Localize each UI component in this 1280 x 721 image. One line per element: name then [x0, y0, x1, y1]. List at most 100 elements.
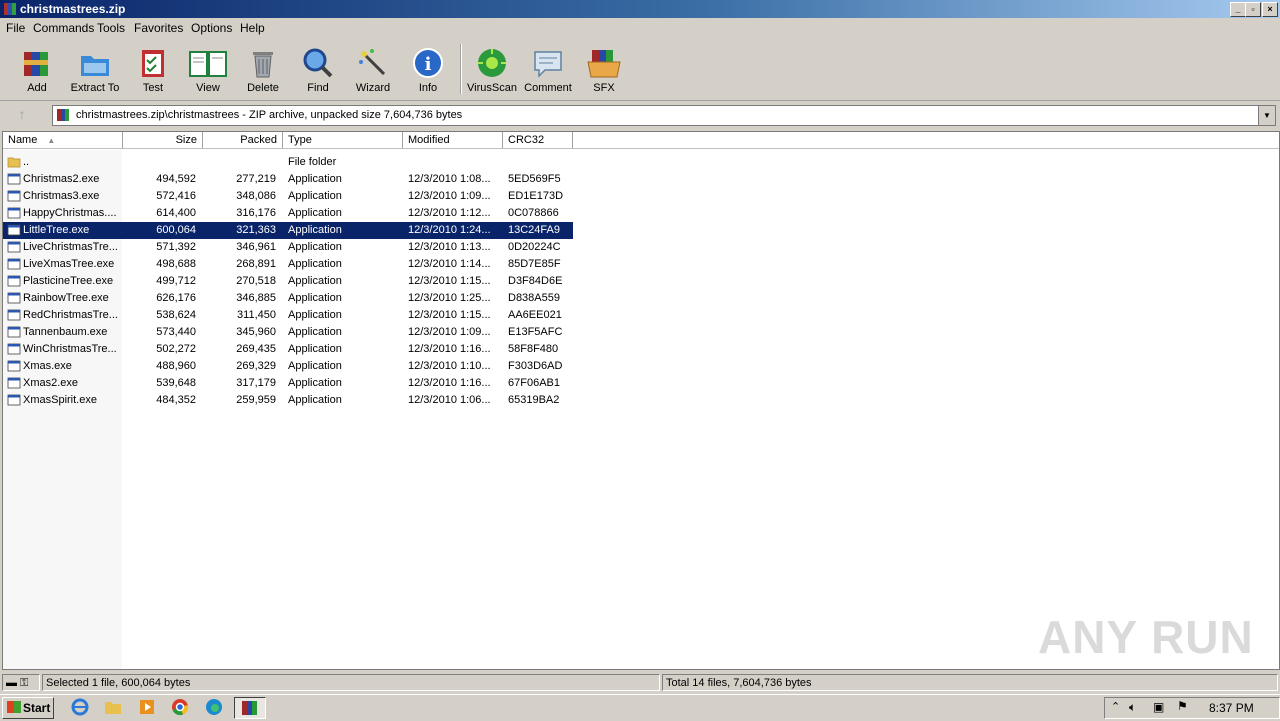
table-row[interactable]: Tannenbaum.exe 573,440 345,960 Application 1…: [3, 324, 573, 341]
start-button[interactable]: Start: [2, 697, 54, 719]
column-header-size[interactable]: Size: [123, 132, 203, 149]
up-folder-button[interactable]: ↑: [10, 106, 34, 124]
file-size: 484,352: [156, 394, 196, 406]
up-arrow-icon: ↑: [18, 106, 26, 122]
action-center-flag-icon[interactable]: ⚑: [1177, 699, 1188, 713]
table-row[interactable]: LittleTree.exe 600,064 321,363 Application 1…: [3, 222, 573, 239]
exe-file-icon: [7, 207, 21, 219]
menu-file[interactable]: File: [6, 21, 25, 35]
file-type: Application: [288, 258, 342, 270]
winrar-app-icon: [4, 3, 16, 15]
menu-favorites[interactable]: Favorites: [134, 21, 183, 35]
find-magnifier-icon: [303, 48, 333, 78]
view-button[interactable]: View: [182, 44, 234, 98]
menu-options[interactable]: Options: [191, 21, 232, 35]
table-row[interactable]: Xmas.exe 488,960 269,329 Application 12/3/20…: [3, 358, 573, 375]
file-modified: 12/3/2010 1:06...: [408, 394, 491, 406]
column-header-name[interactable]: Name ▲: [3, 132, 123, 149]
menu-tools[interactable]: Tools: [97, 21, 125, 35]
path-dropdown-button[interactable]: ▼: [1258, 106, 1275, 125]
column-header-modified[interactable]: Modified: [403, 132, 503, 149]
wizard-wand-icon: [359, 49, 386, 76]
network-icon[interactable]: ▣: [1153, 700, 1164, 714]
table-row[interactable]: Christmas2.exe 494,592 277,219 Application 1…: [3, 171, 573, 188]
winrar-taskbar-button[interactable]: [234, 697, 266, 719]
volume-icon[interactable]: 🔈︎: [1129, 700, 1136, 715]
explorer-taskbar-icon[interactable]: [103, 697, 125, 717]
path-field[interactable]: christmastrees.zip\christmastrees - ZIP …: [52, 105, 1276, 126]
exe-file-icon: [7, 224, 21, 236]
parent-folder-row[interactable]: .. File folder: [3, 154, 573, 171]
clock[interactable]: 8:37 PM: [1209, 701, 1254, 715]
drive-icon: ▬ ⚿: [6, 677, 29, 689]
ie-taskbar-icon[interactable]: [70, 697, 92, 717]
virusscan-button[interactable]: VirusScan: [466, 44, 518, 98]
table-row[interactable]: Xmas2.exe 539,648 317,179 Application 12/3/2…: [3, 375, 573, 392]
file-type: Application: [288, 190, 342, 202]
file-type: Application: [288, 309, 342, 321]
table-row[interactable]: RedChristmasTre... 538,624 311,450 Applicat…: [3, 307, 573, 324]
table-row[interactable]: RainbowTree.exe 626,176 346,885 Application…: [3, 290, 573, 307]
exe-file-icon: [7, 173, 21, 185]
chrome-taskbar-icon[interactable]: [170, 697, 192, 717]
test-button[interactable]: Test: [127, 44, 179, 98]
file-packed: 346,961: [236, 241, 276, 253]
menu-help[interactable]: Help: [240, 21, 265, 35]
table-row[interactable]: WinChristmasTre... 502,272 269,435 Applicat…: [3, 341, 573, 358]
column-header-crc32[interactable]: CRC32: [503, 132, 573, 149]
table-row[interactable]: PlasticineTree.exe 499,712 270,518 Applicat…: [3, 273, 573, 290]
view-book-icon: [189, 51, 227, 77]
file-list[interactable]: Name ▲ Size Packed Type Modified CRC32 ..…: [2, 131, 1280, 670]
file-size: 539,648: [156, 377, 196, 389]
title-bar[interactable]: christmastrees.zip _ ▫ ×: [0, 0, 1280, 18]
table-row[interactable]: Christmas3.exe 572,416 348,086 Application 1…: [3, 188, 573, 205]
sfx-button[interactable]: SFX: [578, 44, 630, 98]
file-size: 573,440: [156, 326, 196, 338]
column-header-packed[interactable]: Packed: [203, 132, 283, 149]
menu-commands[interactable]: Commands: [33, 21, 94, 35]
file-modified: 12/3/2010 1:16...: [408, 343, 491, 355]
maximize-button[interactable]: ▫: [1245, 2, 1261, 17]
chevron-down-icon: ▼: [1263, 111, 1271, 120]
file-modified: 12/3/2010 1:10...: [408, 360, 491, 372]
taskbar: Start ⌃ 🔈︎ ▣ ⚑ 8:37 PM: [0, 694, 1280, 721]
file-name: LiveChristmasTre...: [23, 241, 118, 253]
file-modified: 12/3/2010 1:25...: [408, 292, 491, 304]
media-player-taskbar-icon[interactable]: [137, 697, 159, 717]
toolbar-separator: [460, 44, 462, 94]
file-size: 499,712: [156, 275, 196, 287]
table-row[interactable]: XmasSpirit.exe 484,352 259,959 Application 1…: [3, 392, 573, 409]
menu-bar: File Commands Tools Favorites Options He…: [0, 18, 1280, 38]
edge-taskbar-icon[interactable]: [204, 697, 226, 717]
table-row[interactable]: LiveChristmasTre... 571,392 346,961 Applica…: [3, 239, 573, 256]
file-modified: 12/3/2010 1:15...: [408, 309, 491, 321]
file-type: Application: [288, 275, 342, 287]
total-status: Total 14 files, 7,604,736 bytes: [662, 674, 1278, 691]
file-name: Christmas3.exe: [23, 190, 100, 202]
archive-icon: [57, 109, 69, 121]
close-button[interactable]: ×: [1262, 2, 1278, 17]
table-row[interactable]: LiveXmasTree.exe 498,688 268,891 Applicatio…: [3, 256, 573, 273]
wizard-button[interactable]: Wizard: [347, 44, 399, 98]
windows-logo-icon: [7, 701, 21, 713]
file-size: 488,960: [156, 360, 196, 372]
file-type: Application: [288, 360, 342, 372]
file-type: Application: [288, 394, 342, 406]
show-hidden-icons-icon[interactable]: ⌃: [1111, 700, 1120, 713]
table-row[interactable]: HappyChristmas.... 614,400 316,176 Applicat…: [3, 205, 573, 222]
file-crc32: 67F06AB1: [508, 377, 560, 389]
file-modified: 12/3/2010 1:09...: [408, 190, 491, 202]
window-title: christmastrees.zip: [20, 2, 126, 16]
add-button[interactable]: Add: [11, 44, 63, 98]
file-size: 498,688: [156, 258, 196, 270]
extract-to-button[interactable]: Extract To: [69, 44, 121, 98]
file-name: Xmas.exe: [23, 360, 72, 372]
comment-button[interactable]: Comment: [522, 44, 574, 98]
file-crc32: F303D6AD: [508, 360, 563, 372]
find-button[interactable]: Find: [292, 44, 344, 98]
delete-button[interactable]: Delete: [237, 44, 289, 98]
minimize-button[interactable]: _: [1230, 2, 1246, 17]
column-header-type[interactable]: Type: [283, 132, 403, 149]
file-type: Application: [288, 224, 342, 236]
info-button[interactable]: i Info: [402, 44, 454, 98]
